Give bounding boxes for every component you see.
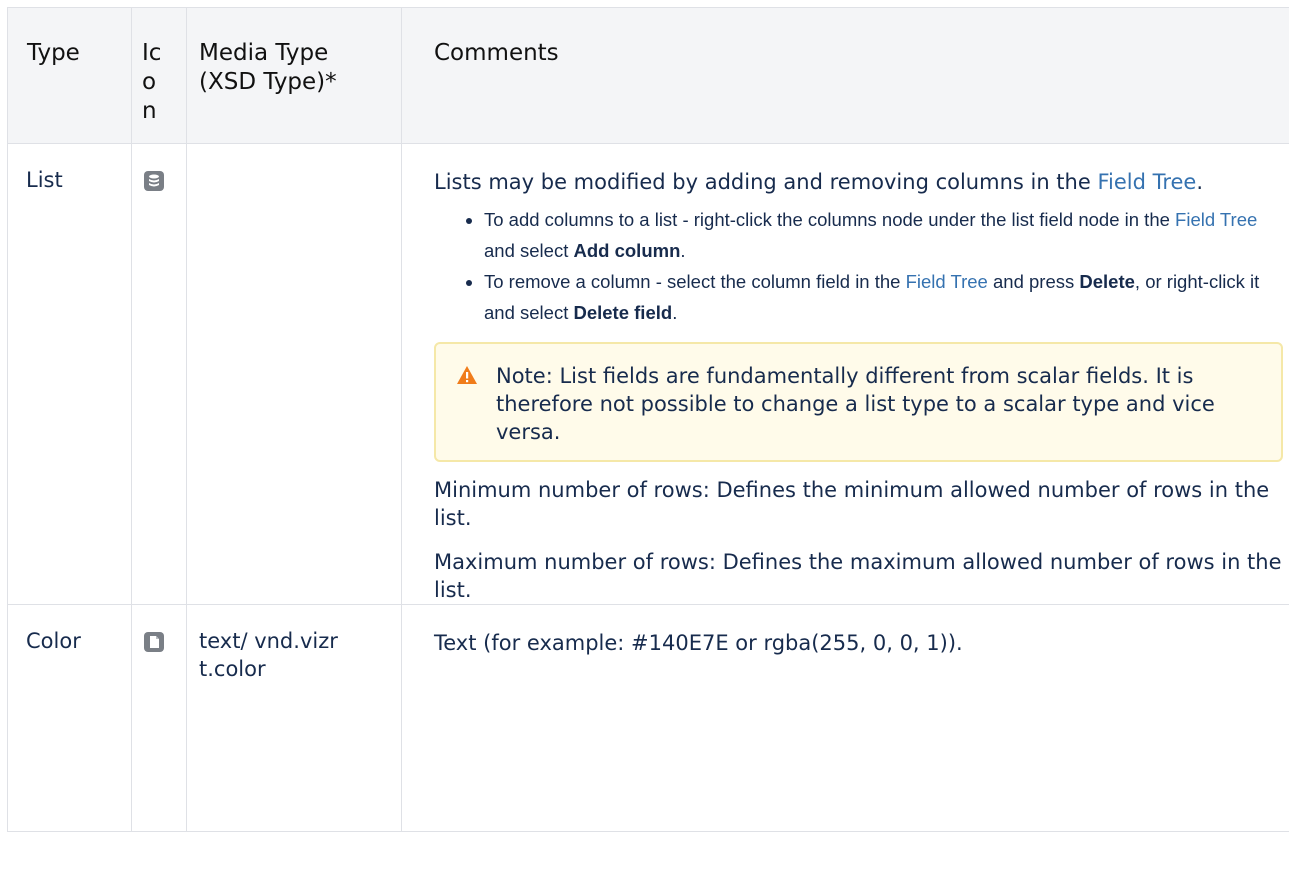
table-header-row: Type Icon Media Type (XSD Type)* Comment… — [7, 7, 1289, 144]
header-icon: Icon — [131, 7, 187, 144]
icon-cell — [131, 604, 187, 832]
header-media-type: Media Type (XSD Type)* — [186, 7, 402, 144]
bullet-bold: Delete — [1079, 271, 1135, 292]
field-tree-link[interactable]: Field Tree — [1175, 209, 1257, 230]
bullet-text: . — [680, 240, 686, 261]
steps-list: To add columns to a list - right-click t… — [434, 204, 1283, 328]
list-item: To add columns to a list - right-click t… — [484, 204, 1283, 266]
note-label: Note: — [496, 364, 553, 388]
type-cell: Color — [7, 604, 132, 832]
bullet-text: and select — [484, 240, 574, 261]
min-rows-desc: Minimum number of rows: Defines the mini… — [434, 476, 1283, 532]
bullet-bold: Add column — [573, 240, 681, 261]
bullet-text: and press — [987, 271, 1080, 292]
table-row: Color text/ vnd.vizrt.color Text (for ex… — [7, 604, 1289, 832]
field-types-table: Type Icon Media Type (XSD Type)* Comment… — [7, 7, 1289, 832]
header-type: Type — [7, 7, 132, 144]
icon-cell — [131, 143, 187, 605]
note-text: Note: List fields are fundamentally diff… — [458, 362, 1261, 446]
document-icon — [144, 632, 164, 652]
bullet-text: To remove a column - select the column f… — [484, 271, 906, 292]
bullet-text: To add columns to a list - right-click t… — [484, 209, 1176, 230]
note-body: List fields are fundamentally different … — [496, 364, 1215, 444]
note-panel: Note: List fields are fundamentally diff… — [434, 342, 1283, 462]
field-tree-link[interactable]: Field Tree — [906, 271, 988, 292]
bullet-bold: Delete field — [573, 302, 673, 323]
database-icon — [144, 171, 164, 191]
type-cell: List — [7, 143, 132, 605]
min-rows-label: Minimum number of rows — [434, 478, 703, 502]
max-rows-desc: Maximum number of rows: Defines the maxi… — [434, 548, 1283, 604]
list-intro: Lists may be modified by adding and remo… — [434, 168, 1283, 196]
warning-icon — [456, 364, 478, 392]
list-item: To remove a column - select the column f… — [484, 266, 1283, 328]
header-icon-label: Icon — [142, 40, 162, 124]
max-rows-label: Maximum number of rows — [434, 550, 709, 574]
bullet-text: . — [672, 302, 678, 323]
media-type-cell: text/ vnd.vizrt.color — [186, 604, 402, 832]
media-type-cell — [186, 143, 402, 605]
comments-cell: Text (for example: #140E7E or rgba(255, … — [401, 604, 1289, 832]
table-row: List Lists may be modified by adding and… — [7, 143, 1289, 605]
intro-text: Lists may be modified by adding and remo… — [434, 170, 1098, 194]
intro-suffix: . — [1196, 170, 1204, 194]
header-media-type-label: Media Type (XSD Type)* — [199, 40, 337, 95]
media-type-value: text/ vnd.vizrt.color — [199, 629, 338, 681]
comments-cell: Lists may be modified by adding and remo… — [401, 143, 1289, 605]
field-tree-link[interactable]: Field Tree — [1097, 170, 1196, 194]
header-comments: Comments — [401, 7, 1289, 144]
